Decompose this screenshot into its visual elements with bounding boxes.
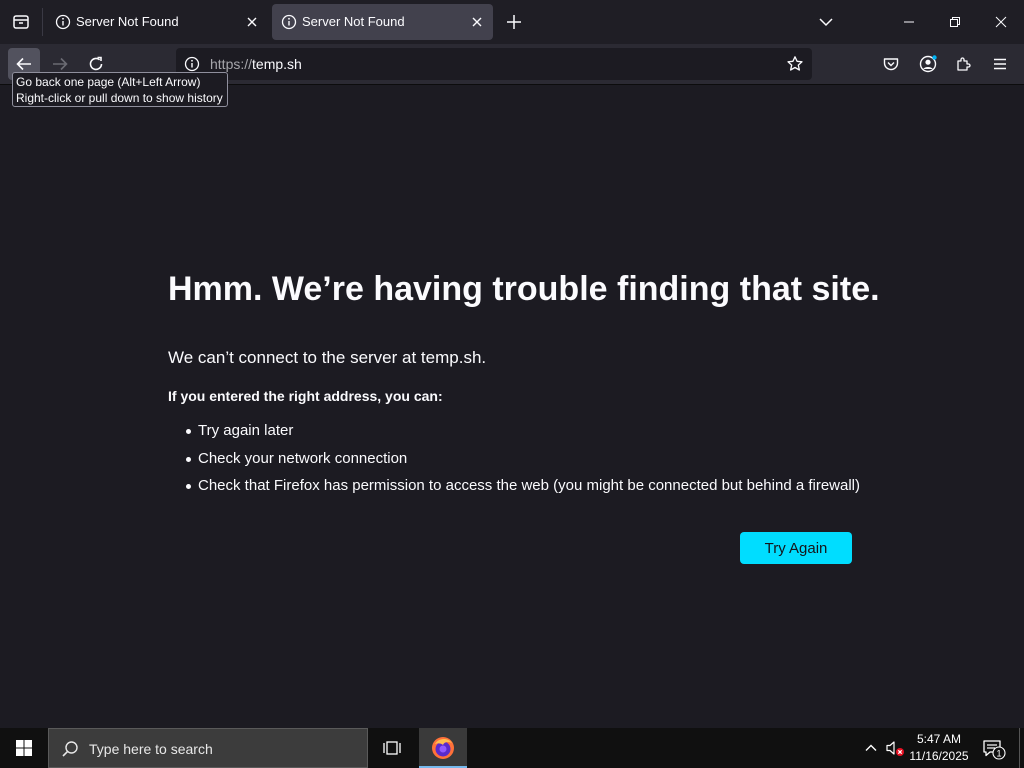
windows-logo-icon bbox=[16, 740, 32, 756]
arrow-right-icon bbox=[53, 57, 68, 71]
tab-title: Server Not Found bbox=[76, 14, 179, 29]
close-window-button[interactable] bbox=[978, 0, 1024, 44]
url-host: temp.sh bbox=[252, 56, 302, 72]
info-icon bbox=[281, 14, 297, 30]
restore-button[interactable] bbox=[932, 0, 978, 44]
url-text[interactable]: https://temp.sh bbox=[210, 56, 302, 72]
system-clock[interactable]: 5:47 AM 11/16/2025 bbox=[906, 731, 972, 765]
firefox-view-icon bbox=[13, 15, 29, 29]
tab-strip: Server Not Found Server Not Found bbox=[0, 0, 1024, 44]
notification-count: 1 bbox=[996, 749, 1001, 759]
taskbar-search-box[interactable]: Type here to search bbox=[48, 728, 368, 768]
firefox-view-button[interactable] bbox=[0, 0, 42, 44]
close-icon[interactable] bbox=[244, 14, 260, 30]
list-item: Check your network connection bbox=[168, 448, 860, 476]
error-subheading: If you entered the right address, you ca… bbox=[168, 388, 443, 404]
volume-muted-icon[interactable] bbox=[885, 739, 905, 757]
minimize-button[interactable] bbox=[886, 0, 932, 44]
tab-server-not-found-1[interactable]: Server Not Found bbox=[46, 4, 268, 40]
search-icon bbox=[62, 741, 78, 757]
address-bar[interactable]: https://temp.sh bbox=[176, 48, 812, 80]
hamburger-menu-icon[interactable] bbox=[991, 55, 1009, 73]
close-icon[interactable] bbox=[469, 14, 485, 30]
task-view-icon[interactable] bbox=[382, 738, 402, 758]
clock-date: 11/16/2025 bbox=[909, 749, 969, 763]
reload-icon bbox=[89, 56, 103, 71]
account-icon[interactable] bbox=[919, 55, 937, 73]
notification-center-icon[interactable]: 1 bbox=[982, 738, 1006, 760]
show-desktop-button[interactable] bbox=[1019, 728, 1020, 768]
tab-title: Server Not Found bbox=[302, 14, 405, 29]
arrow-left-icon bbox=[16, 57, 31, 71]
chevron-up-icon[interactable] bbox=[863, 740, 879, 756]
taskbar: Type here to search 5:47 AM 11/16/2025 1 bbox=[0, 728, 1024, 768]
info-icon bbox=[55, 14, 71, 30]
url-scheme: https:// bbox=[210, 56, 253, 72]
minimize-icon bbox=[904, 21, 914, 23]
suggestion-list: Try again later Check your network conne… bbox=[168, 420, 860, 503]
extensions-puzzle-icon[interactable] bbox=[955, 55, 973, 73]
pocket-icon[interactable] bbox=[882, 55, 900, 73]
firefox-taskbar-button[interactable] bbox=[419, 728, 467, 768]
error-page: Hmm. We’re having trouble finding that s… bbox=[0, 85, 1024, 728]
firefox-icon bbox=[432, 737, 454, 759]
try-again-button[interactable]: Try Again bbox=[740, 532, 852, 564]
error-title: Hmm. We’re having trouble finding that s… bbox=[168, 270, 880, 308]
tab-server-not-found-2[interactable]: Server Not Found bbox=[272, 4, 493, 40]
tab-separator bbox=[42, 8, 43, 36]
clock-time: 5:47 AM bbox=[916, 732, 962, 746]
list-item: Try again later bbox=[168, 420, 860, 448]
chevron-down-icon[interactable] bbox=[817, 13, 835, 31]
info-icon[interactable] bbox=[184, 56, 200, 72]
list-item: Check that Firefox has permission to acc… bbox=[168, 475, 860, 503]
search-placeholder: Type here to search bbox=[89, 741, 213, 757]
new-tab-plus-icon[interactable] bbox=[505, 13, 523, 31]
close-icon bbox=[995, 16, 1007, 28]
restore-icon bbox=[950, 17, 960, 27]
bookmark-star-icon[interactable] bbox=[786, 55, 804, 73]
start-button[interactable] bbox=[0, 728, 48, 768]
error-description: We can’t connect to the server at temp.s… bbox=[168, 348, 487, 367]
